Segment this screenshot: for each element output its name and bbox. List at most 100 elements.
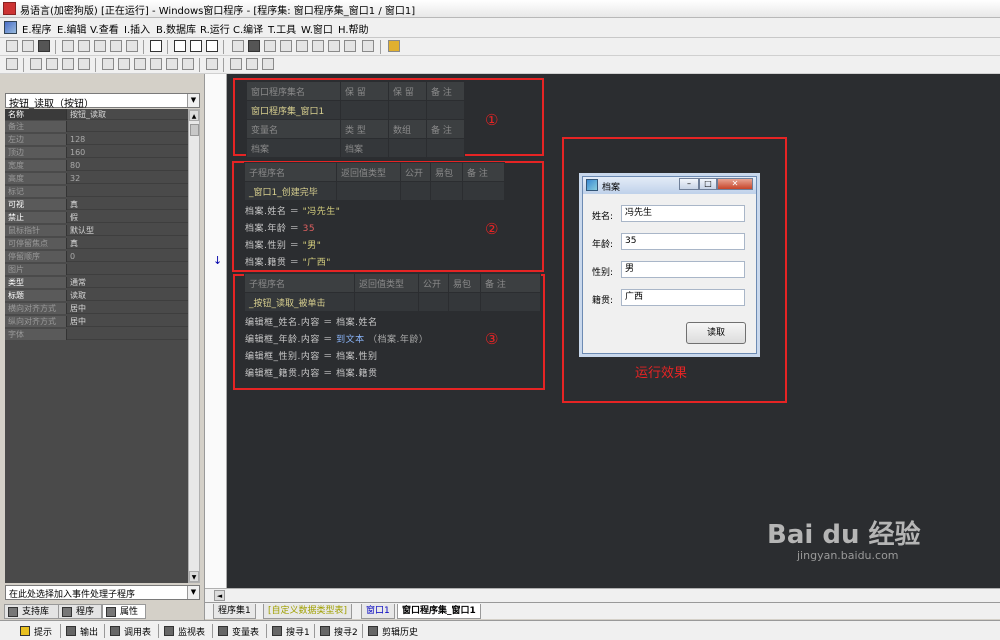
property-row[interactable]: 备注	[5, 121, 188, 132]
copy-icon[interactable]	[78, 40, 90, 52]
code-line[interactable]: 档案.姓名 ＝ "冯先生"	[245, 204, 340, 217]
tab-watch[interactable]: 监视表	[164, 625, 205, 638]
align-center-icon[interactable]	[46, 58, 58, 70]
property-value[interactable]: 通常	[68, 277, 188, 288]
align-top-icon[interactable]	[62, 58, 74, 70]
scroll-thumb[interactable]	[190, 124, 199, 136]
menu-insert[interactable]: I.插入	[124, 21, 150, 36]
read-button[interactable]: 读取	[686, 322, 746, 344]
empty-cell[interactable]	[430, 181, 463, 201]
align-bottom-icon[interactable]	[78, 58, 90, 70]
center-horizontal-icon[interactable]	[182, 58, 194, 70]
empty-cell[interactable]	[448, 292, 481, 312]
paste-icon[interactable]	[94, 40, 106, 52]
open-folder-icon[interactable]	[22, 40, 34, 52]
code-line[interactable]: 编辑框_性别.内容 ＝ 档案.性别	[245, 349, 378, 362]
property-row[interactable]: 左边 128	[5, 134, 188, 145]
bring-front-icon[interactable]	[230, 58, 242, 70]
step-out-icon[interactable]	[296, 40, 308, 52]
property-row[interactable]: 标记	[5, 186, 188, 197]
empty-cell[interactable]	[340, 100, 389, 120]
property-value[interactable]	[68, 186, 188, 197]
property-value[interactable]	[68, 264, 188, 275]
lock-layout-icon[interactable]	[206, 58, 218, 70]
stop-icon[interactable]	[248, 40, 260, 52]
property-row[interactable]: 标题 读取	[5, 290, 188, 301]
window-layout-icon[interactable]	[174, 40, 186, 52]
code-line[interactable]: 编辑框_姓名.内容 ＝ 档案.姓名	[245, 315, 378, 328]
property-row[interactable]: 宽度 80	[5, 160, 188, 171]
menu-program[interactable]: E.程序	[22, 21, 52, 36]
scroll-left-icon[interactable]: ◄	[214, 590, 225, 601]
scroll-up-icon[interactable]: ▲	[189, 110, 199, 121]
cut-icon[interactable]	[62, 40, 74, 52]
tab-call-stack[interactable]: 调用表	[110, 625, 151, 638]
watch-icon[interactable]	[344, 40, 356, 52]
empty-cell[interactable]	[336, 181, 401, 201]
tab-custom-data-types[interactable]: [自定义数据类型表]	[263, 604, 353, 619]
property-row[interactable]: 顶边 160	[5, 147, 188, 158]
property-value[interactable]: 居中	[68, 316, 188, 327]
property-value[interactable]: 32	[68, 173, 188, 184]
property-row[interactable]: 鼠标指针 默认型	[5, 225, 188, 236]
assembly-name-cell[interactable]: 窗口程序集_窗口1	[246, 100, 341, 120]
tab-clipboard-history[interactable]: 剪辑历史	[368, 625, 418, 638]
property-value[interactable]: 按钮_读取	[68, 109, 188, 120]
redo-icon[interactable]	[110, 40, 122, 52]
property-scrollbar[interactable]: ▲ ▼	[188, 109, 200, 583]
chevron-down-icon[interactable]: ▼	[187, 586, 199, 599]
property-row[interactable]: 类型 通常	[5, 277, 188, 288]
variable-type-cell[interactable]: 档案	[340, 138, 389, 158]
property-value[interactable]: 真	[68, 238, 188, 249]
run-to-cursor-icon[interactable]	[312, 40, 324, 52]
empty-cell[interactable]	[418, 292, 449, 312]
space-vertical-icon[interactable]	[166, 58, 178, 70]
property-value[interactable]	[68, 329, 188, 340]
menu-tools[interactable]: T.工具	[268, 21, 296, 36]
tab-assembly-1[interactable]: 程序集1	[213, 604, 256, 619]
window-tile-icon[interactable]	[206, 40, 218, 52]
menu-view[interactable]: V.查看	[90, 21, 119, 36]
property-row[interactable]: 可停留焦点真	[5, 238, 188, 249]
tab-window-assembly[interactable]: 窗口程序集_窗口1	[397, 604, 481, 619]
property-row[interactable]: 横向对齐方式 居中	[5, 303, 188, 314]
name-field[interactable]: 冯先生	[621, 205, 745, 222]
code-line[interactable]: 档案.年龄 ＝ 35	[245, 221, 315, 234]
property-value[interactable]: 160	[68, 147, 188, 158]
tab-support-library[interactable]: 支持库	[4, 604, 59, 619]
property-value[interactable]: 0	[68, 251, 188, 262]
property-row[interactable]: 禁止假	[5, 212, 188, 223]
property-value[interactable]: 真	[68, 199, 188, 210]
editor-horizontal-scrollbar[interactable]: ◄	[205, 588, 1000, 602]
property-value[interactable]: 80	[68, 160, 188, 171]
menu-compile[interactable]: C.编译	[233, 21, 263, 36]
code-line[interactable]: 编辑框_籍贯.内容 ＝ 档案.籍贯	[245, 366, 378, 379]
document-icon[interactable]	[4, 21, 17, 34]
property-row[interactable]: 字体	[5, 329, 188, 340]
event-selector[interactable]: 在此处选择加入事件处理子程序 ▼	[5, 585, 200, 600]
send-back-icon[interactable]	[246, 58, 258, 70]
window-split-icon[interactable]	[190, 40, 202, 52]
hand-icon[interactable]	[362, 40, 374, 52]
menu-database[interactable]: B.数据库	[156, 21, 196, 36]
empty-cell[interactable]	[388, 100, 427, 120]
empty-cell[interactable]	[426, 138, 465, 158]
same-width-icon[interactable]	[102, 58, 114, 70]
code-line[interactable]: 编辑框_年龄.内容 ＝ 到文本 （档案.年龄）	[245, 332, 428, 345]
chevron-down-icon[interactable]: ▼	[187, 94, 199, 107]
step-over-icon[interactable]	[280, 40, 292, 52]
breakpoint-icon[interactable]	[328, 40, 340, 52]
code-line[interactable]: 档案.籍贯 ＝ "广西"	[245, 255, 331, 268]
undo-icon[interactable]	[126, 40, 138, 52]
tab-search-1[interactable]: 搜寻1	[272, 625, 310, 638]
empty-cell[interactable]	[388, 138, 427, 158]
space-horizontal-icon[interactable]	[150, 58, 162, 70]
same-size-icon[interactable]	[134, 58, 146, 70]
code-editor[interactable]: 窗口程序集名 保 留 保 留 备 注 窗口程序集_窗口1 变量名 类 型 数组 …	[227, 74, 1000, 588]
menu-help[interactable]: H.帮助	[338, 21, 369, 36]
property-row[interactable]: 高度 32	[5, 173, 188, 184]
tab-hint[interactable]: 提示	[20, 625, 52, 638]
hometown-field[interactable]: 广西	[621, 289, 745, 306]
property-row[interactable]: 名称 按钮_读取	[5, 109, 188, 120]
maximize-icon[interactable]: □	[699, 178, 717, 190]
